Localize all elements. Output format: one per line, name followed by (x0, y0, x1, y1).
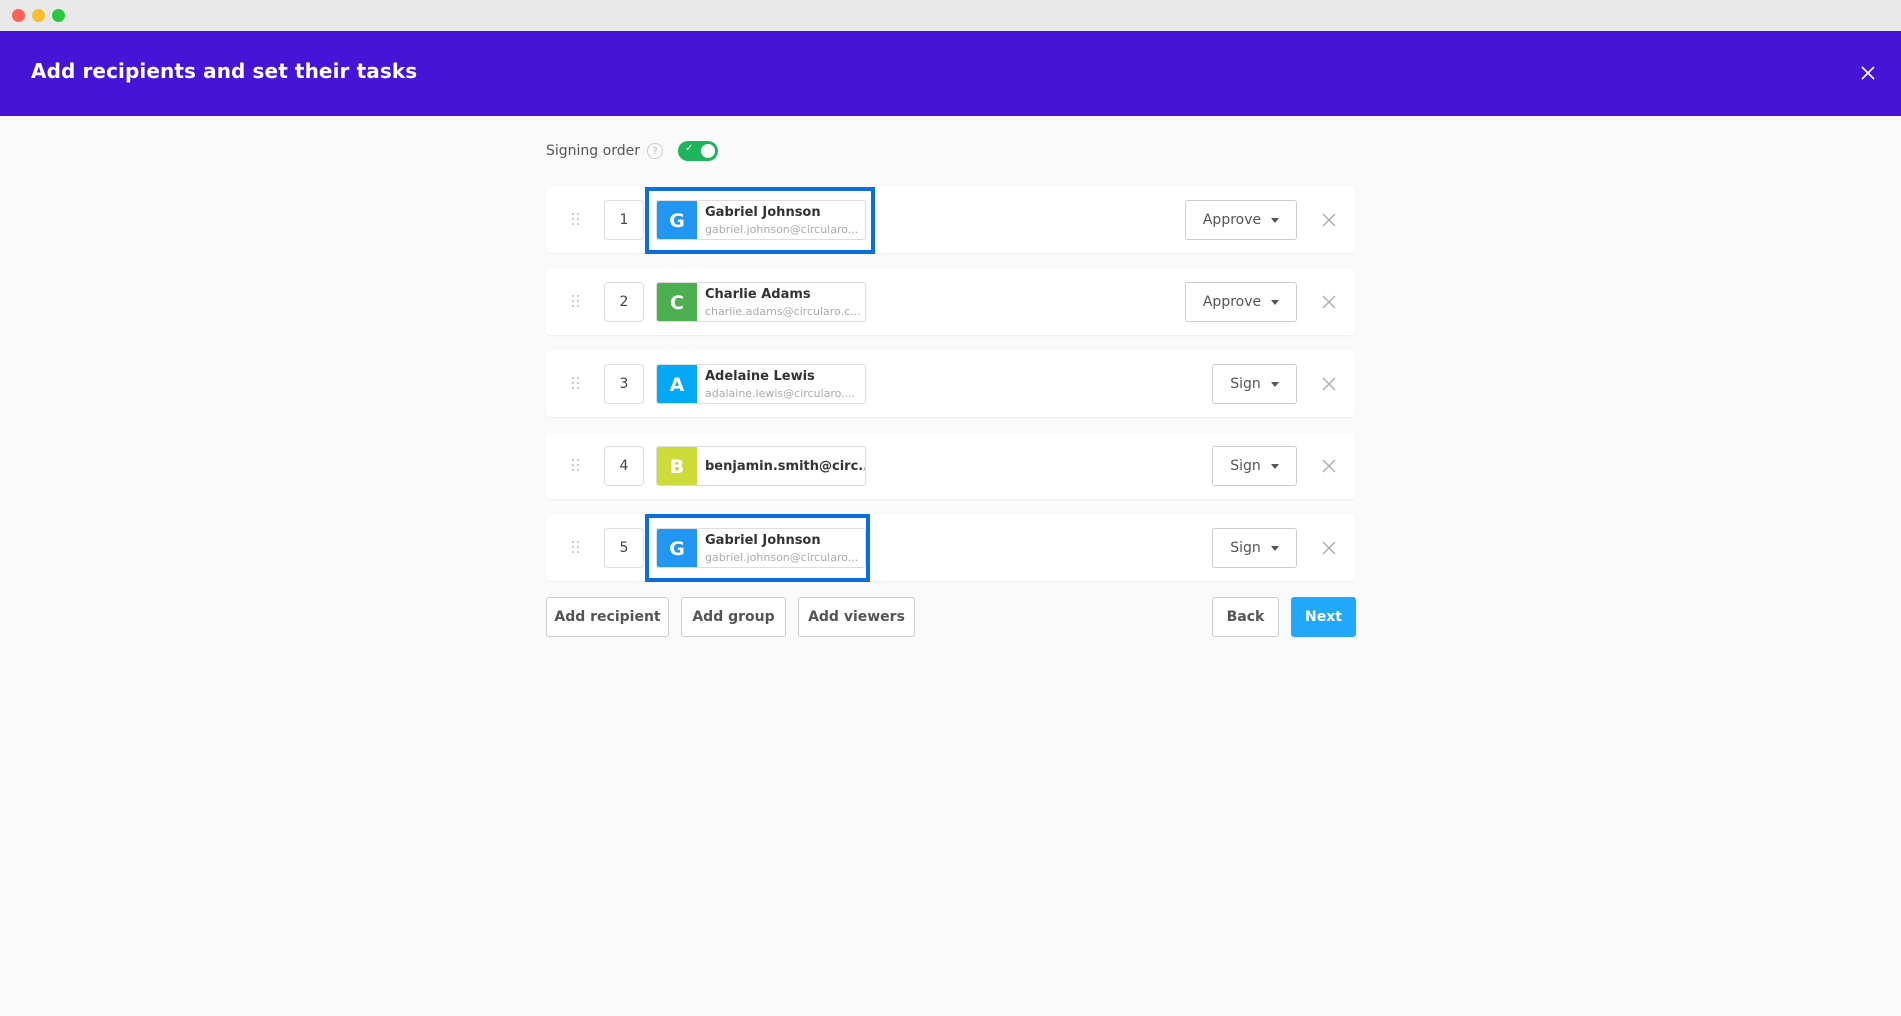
caret-down-icon (1270, 545, 1279, 551)
order-number[interactable]: 3 (604, 364, 644, 404)
remove-recipient-icon[interactable] (1320, 211, 1338, 229)
avatar: B (657, 447, 697, 485)
drag-handle-icon[interactable] (572, 541, 580, 553)
caret-down-icon (1271, 299, 1280, 305)
caret-down-icon (1270, 381, 1279, 387)
signing-order-toggle[interactable]: ✓ (677, 141, 718, 161)
avatar: G (657, 201, 697, 239)
drag-handle-icon[interactable] (572, 459, 580, 471)
recipient-name: Gabriel Johnson (705, 532, 821, 548)
recipient-email: charlie.adams@circularo.c... (705, 304, 861, 318)
caret-down-icon (1271, 217, 1280, 223)
next-button[interactable]: Next (1291, 597, 1356, 637)
task-label: Sign (1230, 540, 1261, 556)
order-number[interactable]: 1 (604, 200, 644, 240)
recipient-email: gabriel.johnson@circularo... (705, 550, 859, 564)
recipient-text: Charlie Adams charlie.adams@circularo.c.… (697, 283, 861, 321)
recipient-selector[interactable]: A Adelaine Lewis adalaine.lewis@circular… (656, 364, 866, 404)
remove-recipient-icon[interactable] (1320, 457, 1338, 475)
help-icon[interactable]: ? (646, 143, 663, 159)
add-recipient-button[interactable]: Add recipient (546, 597, 669, 637)
recipient-text: Gabriel Johnson gabriel.johnson@circular… (697, 529, 858, 567)
order-number[interactable]: 5 (604, 528, 644, 568)
task-label: Sign (1230, 458, 1261, 474)
add-group-button[interactable]: Add group (681, 597, 786, 637)
drag-handle-icon[interactable] (572, 213, 580, 225)
recipient-selector[interactable]: B benjamin.smith@circ... (656, 446, 866, 486)
order-number[interactable]: 2 (604, 282, 644, 322)
window-close-button[interactable] (12, 9, 25, 22)
add-viewers-button[interactable]: Add viewers (798, 597, 915, 637)
window-titlebar (0, 0, 1901, 31)
avatar: C (657, 283, 697, 321)
task-label: Approve (1202, 212, 1262, 228)
recipient-name: Adelaine Lewis (705, 368, 815, 384)
back-button[interactable]: Back (1212, 597, 1279, 637)
task-dropdown[interactable]: Sign (1212, 364, 1297, 404)
task-dropdown[interactable]: Sign (1212, 528, 1297, 568)
caret-down-icon (1270, 463, 1279, 469)
avatar: A (657, 365, 697, 403)
window-minimize-button[interactable] (32, 9, 45, 22)
recipient-text: benjamin.smith@circ... (697, 447, 865, 485)
remove-recipient-icon[interactable] (1320, 539, 1338, 557)
recipient-email: adalaine.lewis@circularo.... (705, 386, 856, 400)
recipient-row: 5 G Gabriel Johnson gabriel.johnson@circ… (546, 515, 1355, 581)
recipient-text: Adelaine Lewis adalaine.lewis@circularo.… (697, 365, 855, 403)
recipient-name: Charlie Adams (705, 286, 811, 302)
close-icon[interactable] (1857, 62, 1879, 84)
remove-recipient-icon[interactable] (1320, 293, 1338, 311)
recipient-row: 3 A Adelaine Lewis adalaine.lewis@circul… (546, 351, 1355, 417)
task-label: Sign (1230, 376, 1261, 392)
avatar: G (657, 529, 697, 567)
task-dropdown[interactable]: Sign (1212, 446, 1297, 486)
toggle-knob (700, 144, 715, 158)
signing-order-label: Signing order (546, 143, 640, 159)
check-icon: ✓ (684, 143, 694, 154)
task-dropdown[interactable]: Approve (1185, 282, 1297, 322)
dialog-title: Add recipients and set their tasks (31, 59, 418, 83)
order-number[interactable]: 4 (604, 446, 644, 486)
recipient-row: 1 G Gabriel Johnson gabriel.johnson@circ… (546, 187, 1355, 253)
recipient-name: benjamin.smith@circ... (705, 458, 865, 474)
drag-handle-icon[interactable] (572, 295, 580, 307)
recipient-selector[interactable]: G Gabriel Johnson gabriel.johnson@circul… (656, 528, 866, 568)
recipient-name: Gabriel Johnson (705, 204, 821, 220)
task-label: Approve (1202, 294, 1262, 310)
recipient-email: gabriel.johnson@circularo... (705, 222, 859, 236)
recipient-row: 4 B benjamin.smith@circ... Sign (546, 433, 1355, 499)
task-dropdown[interactable]: Approve (1185, 200, 1297, 240)
recipient-row: 2 C Charlie Adams charlie.adams@circular… (546, 269, 1355, 335)
recipient-selector[interactable]: G Gabriel Johnson gabriel.johnson@circul… (656, 200, 866, 240)
signing-order: Signing order ? ✓ (546, 140, 718, 162)
drag-handle-icon[interactable] (572, 377, 580, 389)
recipient-selector[interactable]: C Charlie Adams charlie.adams@circularo.… (656, 282, 866, 322)
recipient-text: Gabriel Johnson gabriel.johnson@circular… (697, 201, 858, 239)
remove-recipient-icon[interactable] (1320, 375, 1338, 393)
window-maximize-button[interactable] (52, 9, 65, 22)
dialog-header: Add recipients and set their tasks (0, 31, 1901, 116)
